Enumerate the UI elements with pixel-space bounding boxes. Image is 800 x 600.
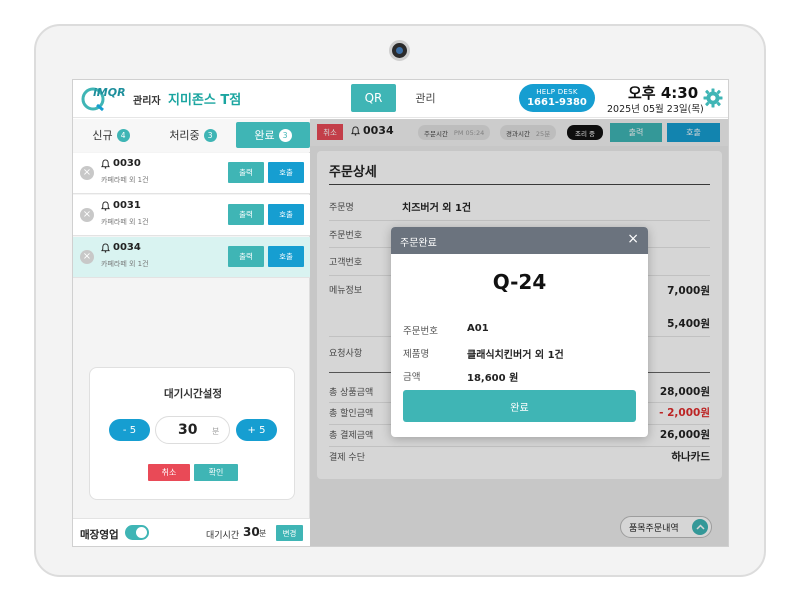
call-button[interactable]: 호출 bbox=[268, 204, 304, 225]
remove-icon[interactable]: × bbox=[80, 250, 94, 264]
tab-processing-count: 3 bbox=[203, 128, 217, 142]
tab-admin[interactable]: 관리 bbox=[403, 84, 448, 112]
complete-button[interactable]: 완료 bbox=[403, 390, 636, 422]
status-tabs: 신규 4 처리중 3 완료 3 bbox=[73, 119, 310, 152]
store-status-bar: 매장영업 대기시간 30 분 변경 bbox=[73, 518, 310, 546]
remove-icon[interactable]: × bbox=[80, 208, 94, 222]
clock-time: 오후 4:30 bbox=[628, 84, 699, 102]
order-number: 0031 bbox=[113, 200, 141, 211]
tab-new-label: 신규 bbox=[92, 129, 113, 142]
tab-completed[interactable]: 완료 3 bbox=[236, 122, 310, 148]
modal-amount-label: 금액 bbox=[403, 372, 421, 383]
modal-order-number-label: 주문번호 bbox=[403, 326, 438, 337]
bell-icon bbox=[101, 243, 110, 253]
gear-icon[interactable] bbox=[703, 88, 723, 108]
helpdesk-title: HELP DESK bbox=[536, 88, 578, 96]
tab-processing-label: 처리중 bbox=[169, 129, 200, 142]
order-summary: 카페라떼 외 1건 bbox=[101, 176, 149, 184]
bell-icon bbox=[101, 159, 110, 169]
decrease-wait-button[interactable]: - 5 bbox=[109, 419, 150, 441]
wait-cancel-button[interactable]: 취소 bbox=[148, 464, 190, 481]
app-header: iMQR 관리자 지미존스 T점 QR 관리 HELP DESK 1661-93… bbox=[73, 80, 728, 118]
wait-time-setting-card: 대기시간설정 - 5 30 분 + 5 취소 확인 bbox=[89, 367, 295, 500]
business-open-label: 매장영업 bbox=[80, 529, 119, 541]
wait-time-title: 대기시간설정 bbox=[164, 388, 222, 400]
modal-product-name: 클래식치킨버거 외 1건 bbox=[467, 350, 564, 361]
tab-completed-count: 3 bbox=[278, 128, 292, 142]
helpdesk-phone: 1661-9380 bbox=[527, 97, 587, 108]
store-name: 지미존스 T점 bbox=[168, 93, 242, 108]
clock-date: 2025년 05월 23일(목) bbox=[607, 104, 704, 115]
current-wait-unit: 분 bbox=[259, 529, 267, 538]
order-list-panel: 신규 4 처리중 3 완료 3 × 0030 카페라떼 외 1건 출력 호출 ×… bbox=[73, 119, 310, 546]
call-button[interactable]: 호출 bbox=[268, 162, 304, 183]
modal-title: 주문완료 bbox=[400, 238, 437, 249]
wait-time-label: 대기시간 bbox=[206, 531, 240, 541]
wait-confirm-button[interactable]: 확인 bbox=[194, 464, 238, 481]
tab-new-count: 4 bbox=[116, 128, 130, 142]
tab-completed-label: 완료 bbox=[254, 129, 275, 142]
order-row[interactable]: × 0030 카페라떼 외 1건 출력 호출 bbox=[73, 153, 310, 194]
order-complete-modal: 주문완료 × Q-24 주문번호 A01 제품명 클래식치킨버거 외 1건 금액… bbox=[391, 227, 648, 437]
logo-text: iMQR bbox=[93, 86, 126, 99]
tab-qr[interactable]: QR bbox=[351, 84, 396, 112]
order-summary: 카페라떼 외 1건 bbox=[101, 218, 149, 226]
camera-icon bbox=[389, 40, 410, 61]
bell-icon bbox=[101, 201, 110, 211]
app-screen: iMQR 관리자 지미존스 T점 QR 관리 HELP DESK 1661-93… bbox=[72, 79, 729, 547]
tab-processing[interactable]: 처리중 3 bbox=[158, 122, 228, 148]
modal-product-label: 제품명 bbox=[403, 349, 430, 360]
order-row-selected[interactable]: × 0034 카페라떼 외 1건 출력 호출 bbox=[73, 237, 310, 278]
user-role: 관리자 bbox=[133, 96, 161, 107]
helpdesk-button[interactable]: HELP DESK 1661-9380 bbox=[519, 84, 595, 112]
pickup-code: Q-24 bbox=[492, 270, 547, 294]
remove-icon[interactable]: × bbox=[80, 166, 94, 180]
current-wait-value: 30 bbox=[243, 525, 260, 539]
wait-time-unit: 분 bbox=[212, 427, 220, 436]
increase-wait-button[interactable]: + 5 bbox=[236, 419, 277, 441]
order-summary: 카페라떼 외 1건 bbox=[101, 260, 149, 268]
print-button[interactable]: 출력 bbox=[228, 204, 264, 225]
modal-order-number: A01 bbox=[467, 323, 489, 334]
call-button[interactable]: 호출 bbox=[268, 246, 304, 267]
order-number: 0030 bbox=[113, 158, 141, 169]
modal-header: 주문완료 × bbox=[391, 227, 648, 254]
order-number: 0034 bbox=[113, 242, 141, 253]
business-open-toggle[interactable] bbox=[125, 525, 149, 540]
print-button[interactable]: 출력 bbox=[228, 246, 264, 267]
tab-new[interactable]: 신규 4 bbox=[81, 122, 141, 148]
close-icon[interactable]: × bbox=[627, 231, 639, 247]
print-button[interactable]: 출력 bbox=[228, 162, 264, 183]
wait-time-value: 30 bbox=[178, 422, 198, 438]
modal-amount: 18,600 원 bbox=[467, 373, 519, 384]
order-row[interactable]: × 0031 카페라떼 외 1건 출력 호출 bbox=[73, 195, 310, 236]
change-wait-button[interactable]: 변경 bbox=[276, 525, 303, 541]
wait-time-input[interactable]: 30 분 bbox=[155, 416, 230, 444]
